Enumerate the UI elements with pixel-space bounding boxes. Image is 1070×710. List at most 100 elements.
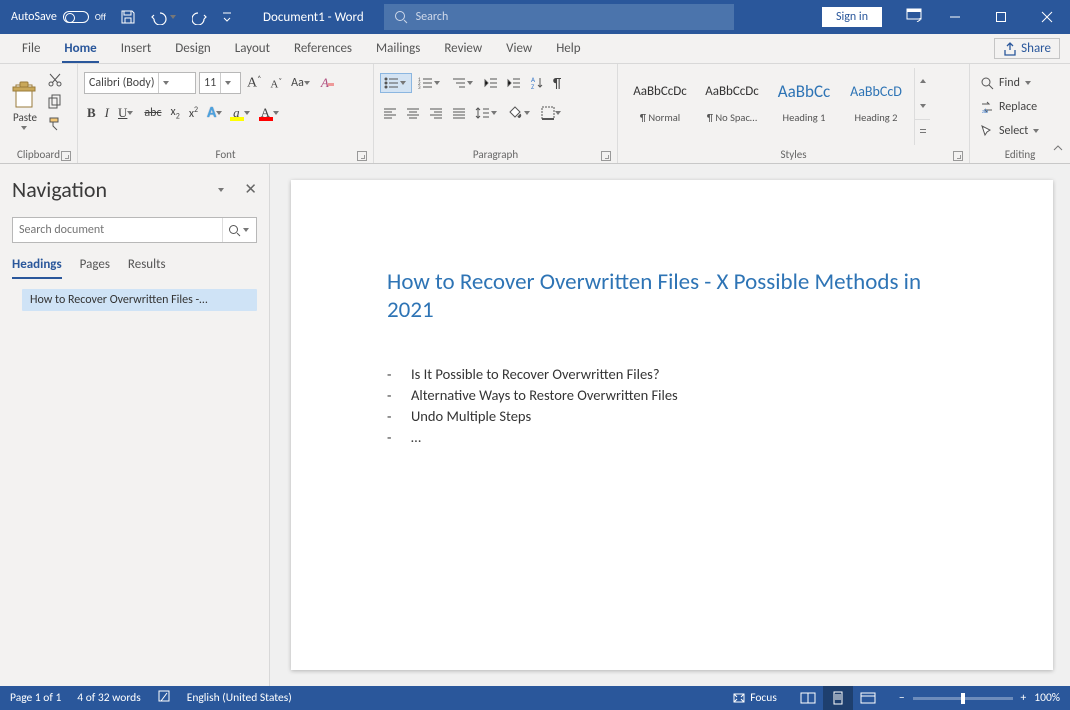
nav-heading-item[interactable]: How to Recover Overwritten Files -… <box>22 289 257 311</box>
align-center-button[interactable] <box>403 105 423 121</box>
style-card[interactable]: AaBbCcDHeading 2 <box>841 70 911 128</box>
minimize-button[interactable] <box>932 0 978 34</box>
change-case-button[interactable]: Aa <box>288 74 315 92</box>
status-proofing-icon[interactable] <box>157 689 171 707</box>
status-words[interactable]: 4 of 32 words <box>77 691 140 705</box>
subscript-button[interactable]: x2 <box>168 103 183 123</box>
styles-dialog-launcher[interactable] <box>953 151 963 161</box>
paragraph-dialog-launcher[interactable] <box>601 151 611 161</box>
navigation-search-go[interactable] <box>222 218 256 242</box>
tab-layout[interactable]: Layout <box>223 34 282 64</box>
find-button[interactable]: Find <box>976 71 1064 95</box>
status-page[interactable]: Page 1 of 1 <box>10 691 61 705</box>
align-right-button[interactable] <box>426 105 446 121</box>
gallery-scroll-up[interactable] <box>915 68 930 93</box>
tab-home[interactable]: Home <box>52 34 108 64</box>
autosave-toggle[interactable]: AutoSave Off <box>6 4 111 30</box>
view-web-layout[interactable] <box>853 686 883 710</box>
navigation-options[interactable] <box>218 186 226 194</box>
status-language[interactable]: English (United States) <box>187 691 292 705</box>
focus-mode-button[interactable]: Focus <box>732 691 777 705</box>
navtab-pages[interactable]: Pages <box>80 257 110 279</box>
zoom-level[interactable]: 100% <box>1034 691 1060 705</box>
align-left-button[interactable] <box>380 105 400 121</box>
tab-file[interactable]: File <box>10 34 52 64</box>
font-dialog-launcher[interactable] <box>357 151 367 161</box>
navtab-headings[interactable]: Headings <box>12 257 62 279</box>
clipboard-dialog-launcher[interactable] <box>61 151 71 161</box>
maximize-button[interactable] <box>978 0 1024 34</box>
line-spacing-button[interactable] <box>472 104 502 122</box>
gallery-scroll-down[interactable] <box>915 93 930 118</box>
text-effects-button[interactable]: A <box>204 102 227 124</box>
styles-gallery[interactable]: AaBbCcDc¶ NormalAaBbCcDc¶ No Spac…AaBbCc… <box>624 68 963 145</box>
bullets-button[interactable] <box>380 73 412 93</box>
shrink-font-button[interactable]: A˅ <box>267 74 285 93</box>
share-icon <box>1003 42 1017 56</box>
show-hide-marks-button[interactable]: ¶ <box>550 73 564 94</box>
shading-button[interactable] <box>505 104 535 122</box>
bold-button[interactable]: B <box>84 103 99 123</box>
numbering-button[interactable]: 123 <box>415 74 445 92</box>
clear-formatting-button[interactable]: A <box>318 73 338 93</box>
signin-button[interactable]: Sign in <box>822 7 882 27</box>
cut-button[interactable] <box>44 70 66 90</box>
replace-button[interactable]: ab Replace <box>976 95 1064 119</box>
tellme-placeholder: Search <box>416 10 449 24</box>
ribbon-display-options[interactable] <box>896 8 932 26</box>
zoom-slider[interactable] <box>913 697 1013 700</box>
share-button[interactable]: Share <box>994 38 1060 59</box>
tellme-search[interactable]: Search <box>384 4 734 30</box>
gallery-expand[interactable] <box>915 119 930 145</box>
multilevel-list-button[interactable] <box>448 74 478 92</box>
superscript-button[interactable]: x2 <box>186 103 201 123</box>
borders-button[interactable] <box>538 104 566 122</box>
document-area[interactable]: How to Recover Overwritten Files - X Pos… <box>270 164 1070 686</box>
tab-insert[interactable]: Insert <box>109 34 164 64</box>
underline-button[interactable]: U <box>115 103 138 123</box>
navtab-results[interactable]: Results <box>128 257 166 279</box>
collapse-ribbon-button[interactable] <box>1052 143 1064 159</box>
style-name: ¶ No Spac… <box>698 111 766 127</box>
font-color-button[interactable]: A <box>258 103 284 123</box>
close-button[interactable] <box>1024 0 1070 34</box>
replace-label: Replace <box>999 100 1037 114</box>
svg-text:ab: ab <box>982 107 988 114</box>
grow-font-button[interactable]: A˄ <box>244 72 264 94</box>
zoom-out-button[interactable]: − <box>899 691 905 705</box>
copy-button[interactable] <box>44 92 66 112</box>
sort-button[interactable]: AZ <box>527 74 547 92</box>
style-card[interactable]: AaBbCcDc¶ Normal <box>625 70 695 128</box>
font-name-combo[interactable]: Calibri (Body) <box>84 72 196 94</box>
font-size-combo[interactable]: 11 <box>199 72 241 94</box>
strikethrough-button[interactable]: abc <box>141 104 164 122</box>
select-button[interactable]: Select <box>976 119 1064 143</box>
tab-view[interactable]: View <box>494 34 544 64</box>
zoom-in-button[interactable]: + <box>1021 691 1027 705</box>
paste-button[interactable]: Paste <box>6 68 44 145</box>
style-card[interactable]: AaBbCcHeading 1 <box>769 70 839 128</box>
navigation-search[interactable] <box>12 217 257 243</box>
justify-button[interactable] <box>449 105 469 121</box>
font-size-value: 11 <box>200 76 220 90</box>
qat-customize[interactable] <box>217 4 237 30</box>
style-card[interactable]: AaBbCcDc¶ No Spac… <box>697 70 767 128</box>
format-painter-button[interactable] <box>44 114 66 134</box>
undo-button[interactable] <box>145 4 183 30</box>
group-clipboard-label: Clipboard <box>17 148 60 161</box>
view-print-layout[interactable] <box>823 686 853 710</box>
decrease-indent-button[interactable] <box>481 74 501 92</box>
redo-button[interactable] <box>187 4 213 30</box>
highlight-button[interactable]: a <box>230 103 255 123</box>
view-read-mode[interactable] <box>793 686 823 710</box>
tab-mailings[interactable]: Mailings <box>364 34 432 64</box>
navigation-close-icon[interactable]: ✕ <box>244 180 257 199</box>
tab-design[interactable]: Design <box>163 34 222 64</box>
save-button[interactable] <box>115 4 141 30</box>
tab-references[interactable]: References <box>282 34 364 64</box>
navigation-search-input[interactable] <box>13 218 222 242</box>
tab-help[interactable]: Help <box>544 34 592 64</box>
increase-indent-button[interactable] <box>504 74 524 92</box>
italic-button[interactable]: I <box>102 103 112 123</box>
tab-review[interactable]: Review <box>432 34 494 64</box>
